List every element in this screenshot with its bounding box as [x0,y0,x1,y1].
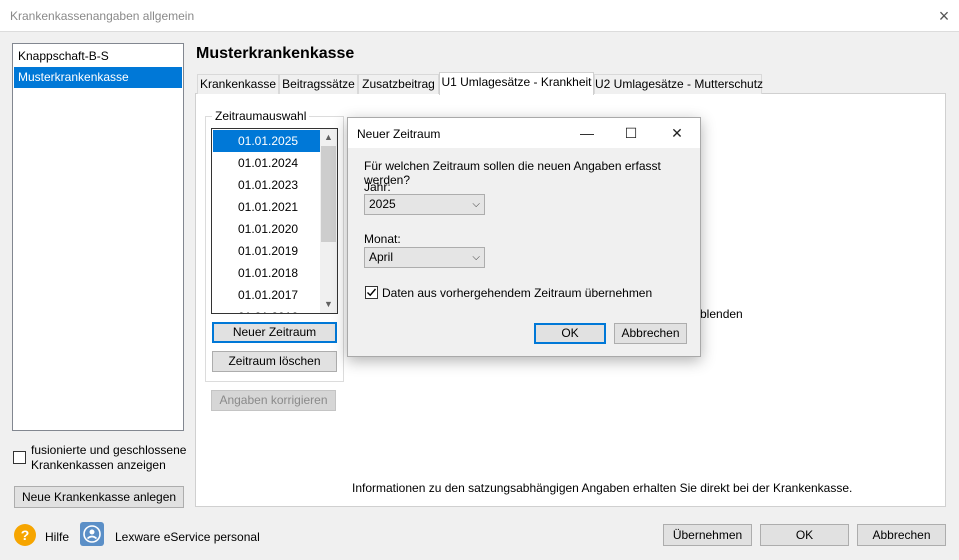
zeitraum-item[interactable]: 01.01.2018 [213,262,320,284]
eservice-icon[interactable] [80,522,104,546]
daten-uebernehmen-checkbox[interactable] [365,286,378,299]
tab-beitragssaetze[interactable]: Beitragssätze [279,74,358,94]
tab-krankenkasse[interactable]: Krankenkasse [197,74,279,94]
partially-hidden-text: blenden [700,307,743,321]
dialog-maximize-button[interactable]: ☐ [616,123,646,143]
close-icon: × [938,6,950,26]
jahr-select[interactable]: 2025 ⌵ [364,194,485,215]
eservice-label[interactable]: Lexware eService personal [115,530,260,544]
scroll-down-icon[interactable]: ▼ [320,296,337,313]
dialog-title: Neuer Zeitraum [357,127,441,141]
kasse-item-musterkrankenkasse[interactable]: Musterkrankenkasse [14,67,182,88]
tab-u1-umlagesaetze[interactable]: U1 Umlagesätze - Krankheit [439,72,594,95]
jahr-value: 2025 [369,197,396,211]
monat-value: April [369,250,394,264]
maximize-icon: ☐ [624,125,638,141]
dialog-abbrechen-button[interactable]: Abbrechen [614,323,687,344]
zeitraum-item[interactable]: 01.01.2023 [213,174,320,196]
angaben-korrigieren-button[interactable]: Angaben korrigieren [211,390,336,411]
chevron-down-icon: ⌵ [472,252,480,263]
zeitraum-list[interactable]: 01.01.2025 01.01.2024 01.01.2023 01.01.2… [211,128,338,314]
zeitraum-item[interactable]: 01.01.2025 [213,130,320,152]
fusionierte-label: fusionierte und geschlossene Krankenkass… [31,443,191,473]
checkmark-icon [367,288,377,297]
info-text: Informationen zu den satzungsabhängigen … [352,481,853,495]
tab-u2-umlagesaetze[interactable]: U2 Umlagesätze - Mutterschutz [594,74,763,94]
zeitraum-item[interactable]: 01.01.2021 [213,196,320,218]
abbrechen-button[interactable]: Abbrechen [857,524,946,546]
zeitraum-item[interactable]: 01.01.2016 [213,306,320,313]
help-icon[interactable]: ? [14,524,36,546]
zeitraum-item[interactable]: 01.01.2019 [213,240,320,262]
fusionierte-label-line2: Krankenkassen anzeigen [31,458,166,472]
neue-krankenkasse-button[interactable]: Neue Krankenkasse anlegen [14,486,184,508]
zeitraum-item[interactable]: 01.01.2024 [213,152,320,174]
uebernehmen-button[interactable]: Übernehmen [663,524,752,546]
fusionierte-label-line1: fusionierte und geschlossene [31,443,187,457]
monat-select[interactable]: April ⌵ [364,247,485,268]
zeitraum-item[interactable]: 01.01.2017 [213,284,320,306]
neuer-zeitraum-dialog: Neuer Zeitraum — ☐ ✕ Für welchen Zeitrau… [347,117,701,357]
window-close-button[interactable]: × [934,6,954,26]
kasse-item-knappschaft[interactable]: Knappschaft-B-S [14,46,182,67]
dialog-question: Für welchen Zeitraum sollen die neuen An… [364,159,661,187]
window-title: Krankenkassenangaben allgemein [10,9,195,23]
jahr-label: Jahr: [364,180,391,194]
neuer-zeitraum-button[interactable]: Neuer Zeitraum [212,322,337,343]
dialog-minimize-button[interactable]: — [572,123,602,143]
zeitraum-loeschen-button[interactable]: Zeitraum löschen [212,351,337,372]
kasse-title: Musterkrankenkasse [196,45,355,62]
fusionierte-checkbox[interactable] [13,451,26,464]
dialog-ok-button[interactable]: OK [534,323,606,344]
zeitraum-group-title: Zeitraumauswahl [212,109,310,123]
chevron-down-icon: ⌵ [472,199,480,210]
krankenkassen-list[interactable]: Knappschaft-B-S Musterkrankenkasse [12,43,184,431]
dialog-close-button[interactable]: ✕ [662,123,692,143]
daten-uebernehmen-label: Daten aus vorhergehendem Zeitraum überne… [382,286,653,300]
zeitraum-item[interactable]: 01.01.2020 [213,218,320,240]
hilfe-link[interactable]: Hilfe [45,530,69,544]
ok-button[interactable]: OK [760,524,849,546]
tab-zusatzbeitrag[interactable]: Zusatzbeitrag [358,74,439,94]
scrollbar-thumb[interactable] [321,146,336,242]
close-icon: ✕ [671,125,683,141]
monat-label: Monat: [364,232,401,246]
scroll-up-icon[interactable]: ▲ [320,129,337,146]
minimize-icon: — [580,125,594,141]
